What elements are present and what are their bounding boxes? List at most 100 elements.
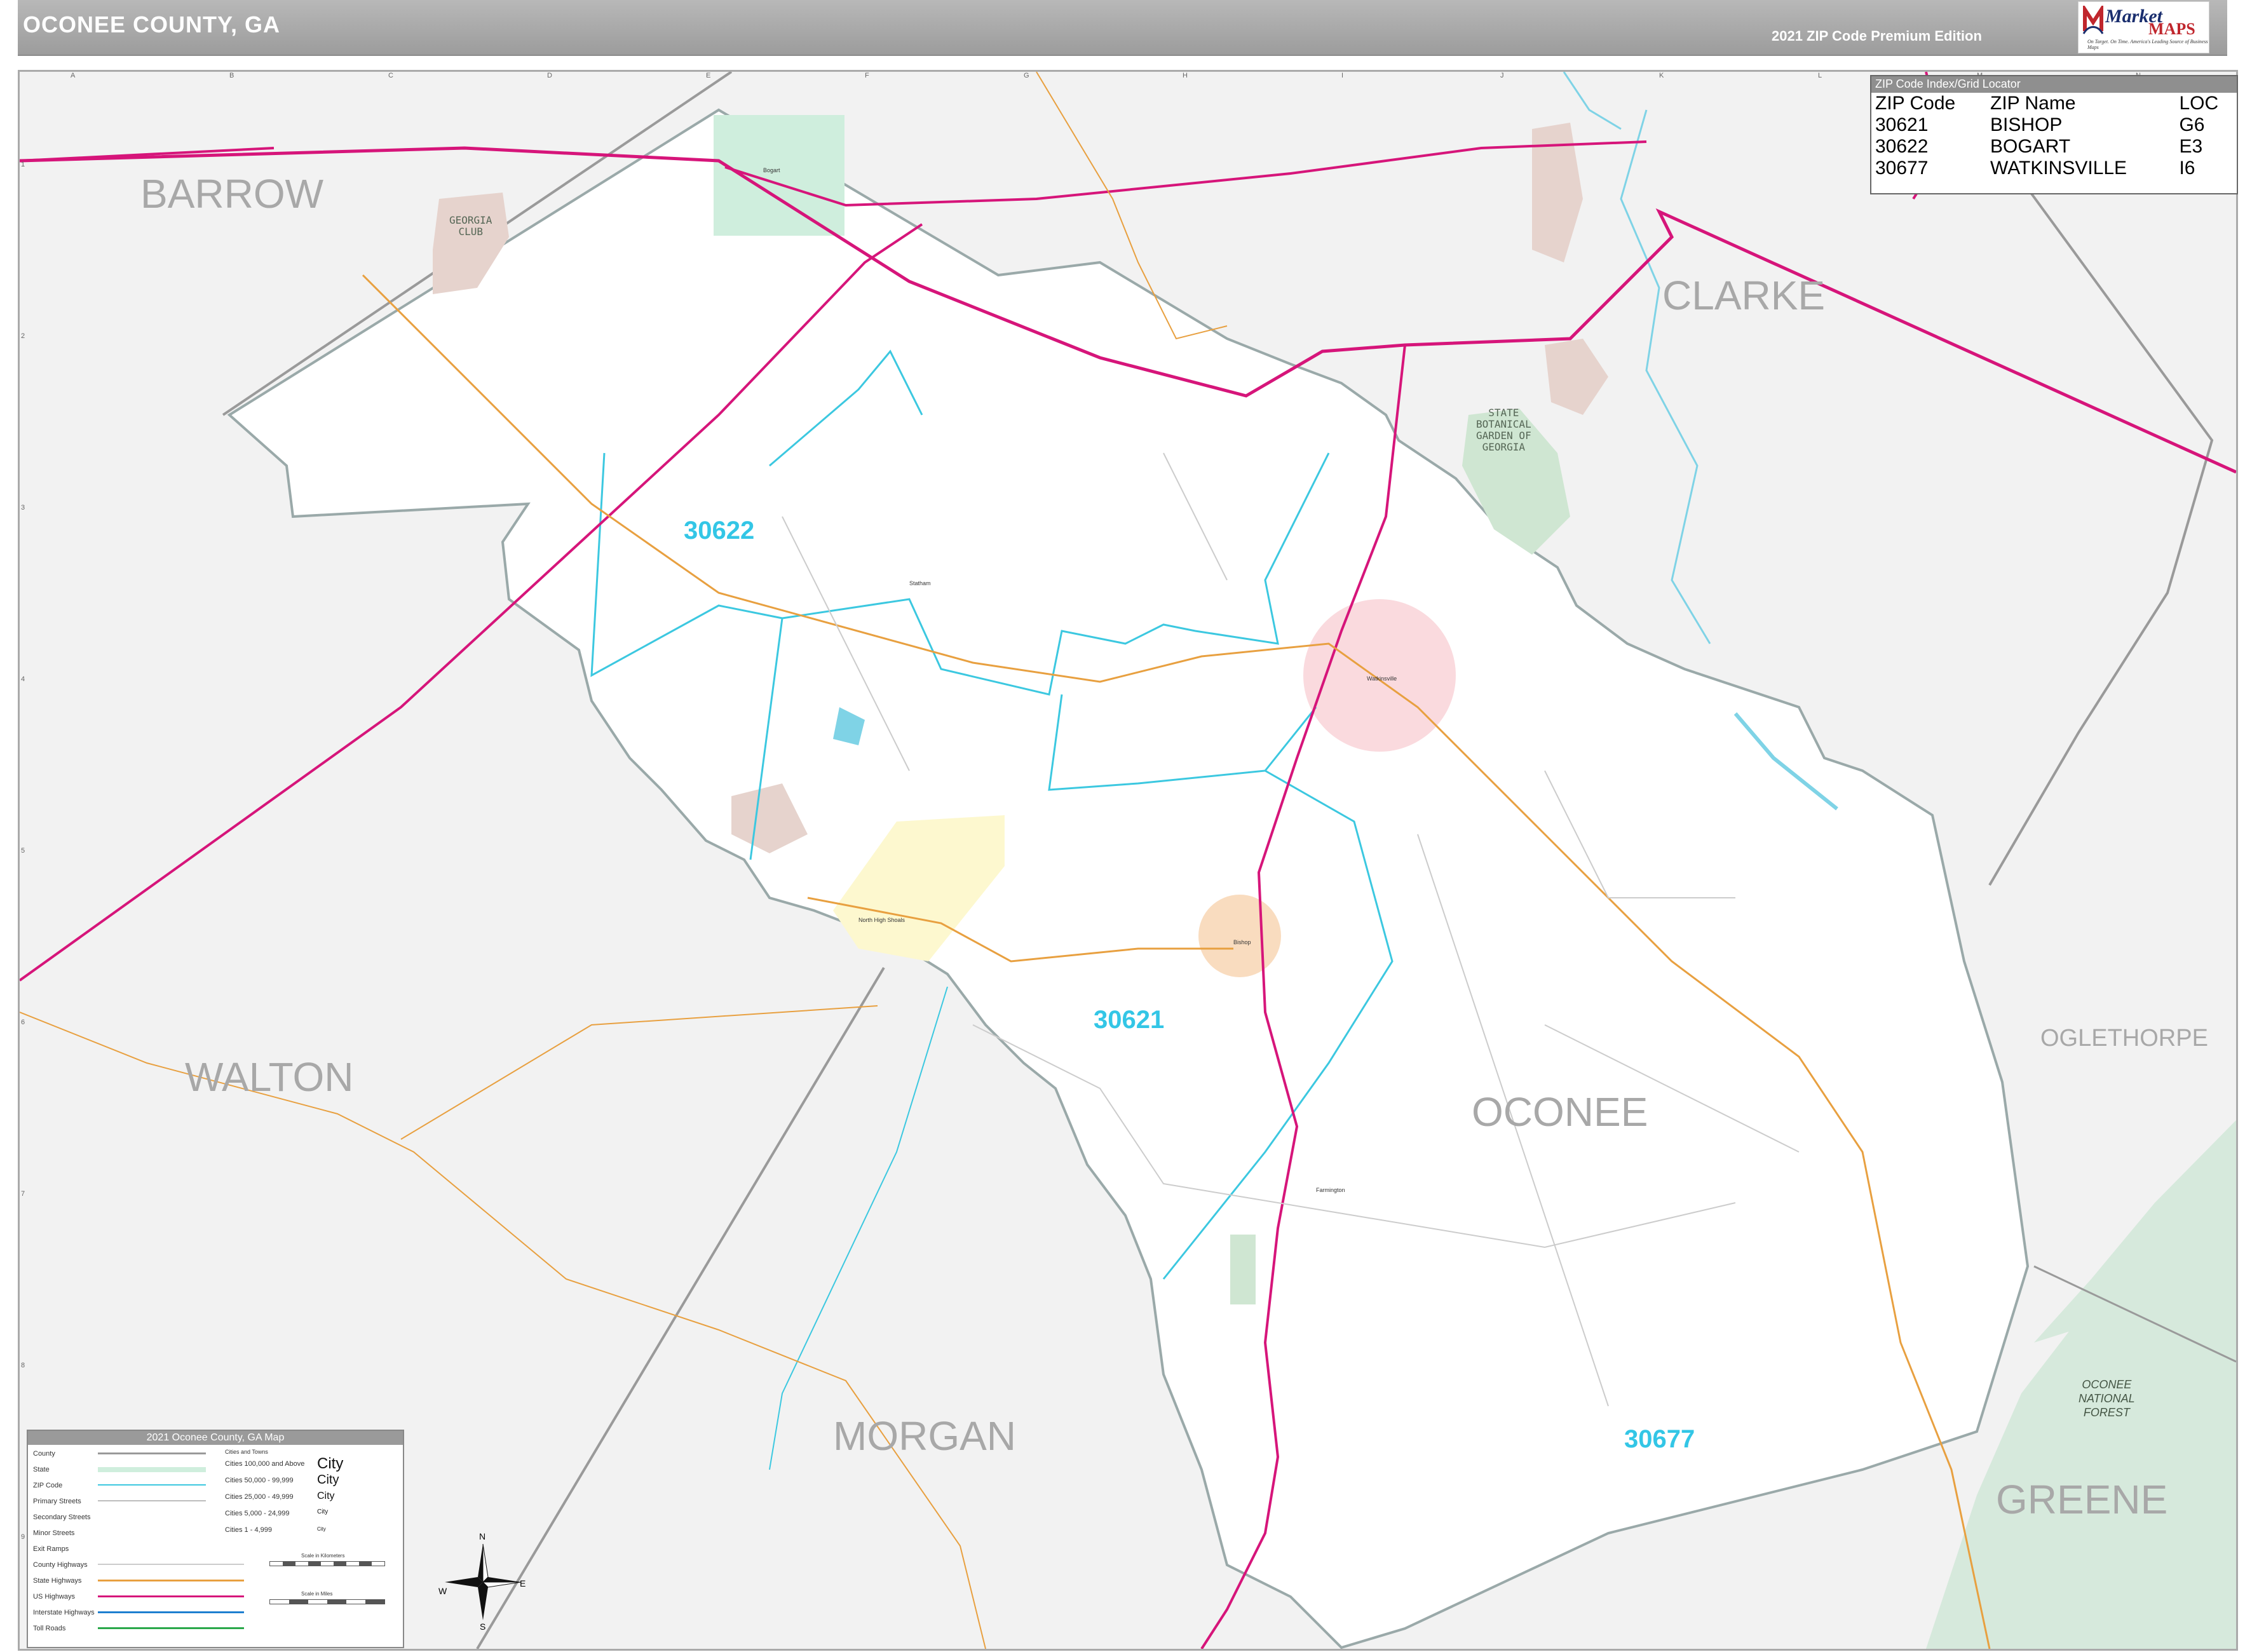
grid-num-2: 2 xyxy=(21,332,25,340)
grid-letter-k: K xyxy=(1659,72,1664,79)
legend-item: US Highways xyxy=(33,1593,76,1601)
place-north-high-shoals: North High Shoals xyxy=(858,917,905,923)
compass-e: E xyxy=(520,1578,526,1588)
zip-index-header-row: ZIP Code ZIP Name LOC xyxy=(1871,93,2237,114)
legend-item: Primary Streets xyxy=(33,1498,81,1505)
legend-item: Secondary Streets xyxy=(33,1513,91,1521)
table-row: 30622 BOGART E3 xyxy=(1871,136,2237,158)
name-cell: BOGART xyxy=(1990,136,2071,157)
county-label-morgan: MORGAN xyxy=(833,1413,1016,1459)
legend-city-sample: City xyxy=(317,1491,335,1501)
grid-letter-l: L xyxy=(1818,72,1822,79)
zip-label-30677: 30677 xyxy=(1624,1425,1695,1453)
legend-item: Interstate Highways xyxy=(33,1609,95,1616)
legend-scale-km-bar xyxy=(269,1561,385,1566)
legend-city-tier: Cities 1 - 4,999 xyxy=(225,1526,272,1534)
compass-w: W xyxy=(438,1586,447,1596)
grid-num-8: 8 xyxy=(21,1362,25,1369)
legend-toll-swatch xyxy=(98,1627,244,1629)
bishop-area xyxy=(1198,895,1281,977)
legend-county-swatch xyxy=(98,1452,206,1454)
map-area[interactable]: A B C D E F G H I J K L M N 1 2 3 4 5 6 … xyxy=(18,70,2238,1651)
legend-item: ZIP Code xyxy=(33,1482,63,1489)
grid-letter-h: H xyxy=(1183,72,1188,79)
place-bishop: Bishop xyxy=(1233,939,1251,945)
zip-col-header: ZIP Code xyxy=(1875,93,1956,114)
legend-state-hwy-swatch xyxy=(98,1580,244,1581)
grid-letter-g: G xyxy=(1024,72,1029,79)
legend-city-sample: City xyxy=(317,1473,339,1487)
legend-city-tier: Cities 5,000 - 24,999 xyxy=(225,1510,290,1517)
legend-scale-mi: Scale in Miles xyxy=(301,1591,333,1597)
compass-rose: N S W E xyxy=(438,1531,527,1633)
grid-letter-d: D xyxy=(547,72,552,79)
table-row: 30621 BISHOP G6 xyxy=(1871,114,2237,136)
grid-letter-i: I xyxy=(1341,72,1344,79)
legend-city-tier: Cities 100,000 and Above xyxy=(225,1460,305,1468)
loc-cell: G6 xyxy=(2179,114,2205,135)
county-line-clarke xyxy=(1988,179,2214,886)
zip-index-title: ZIP Code Index/Grid Locator xyxy=(1871,76,2237,93)
legend-item: State Highways xyxy=(33,1577,82,1585)
state-highway-walton2 xyxy=(400,1005,878,1140)
legend-city-sample: City xyxy=(317,1508,329,1515)
logo-brand2: MAPS xyxy=(2148,20,2195,38)
univ-georgia-golf xyxy=(1545,339,1608,415)
grid-letter-b: B xyxy=(229,72,234,79)
grid-letter-c: C xyxy=(388,72,393,79)
grid-num-7: 7 xyxy=(21,1190,25,1198)
legend-city-tier: Cities 50,000 - 99,999 xyxy=(225,1477,294,1484)
grid-num-9: 9 xyxy=(21,1533,25,1541)
market-maps-logo: Market MAPS On Target. On Time. America'… xyxy=(2078,1,2209,53)
map-canvas xyxy=(20,72,2236,1649)
grid-num-3: 3 xyxy=(21,504,25,511)
county-label-greene: GREENE xyxy=(1996,1477,2168,1522)
place-farmington: Farmington xyxy=(1316,1187,1345,1193)
legend-interstate-swatch xyxy=(98,1611,244,1613)
county-label-clarke: CLARKE xyxy=(1662,273,1826,318)
loc-cell: E3 xyxy=(2179,136,2203,157)
name-cell: WATKINSVILLE xyxy=(1990,158,2127,179)
river-clarke xyxy=(1620,109,1711,644)
place-georgia-club: GEORGIA CLUB xyxy=(449,214,492,238)
county-label-barrow: BARROW xyxy=(140,171,323,217)
legend-city-tier: Cities 25,000 - 49,999 xyxy=(225,1493,294,1501)
legend-scale-mi-bar xyxy=(269,1599,385,1604)
bogart-area-park xyxy=(714,115,844,236)
legend-title: 2021 Oconee County, GA Map xyxy=(28,1431,403,1445)
legend-item: State xyxy=(33,1466,50,1473)
zip-cell: 30677 xyxy=(1875,158,1929,179)
place-statham: Statham xyxy=(909,580,931,586)
legend-us-hwy-swatch xyxy=(98,1595,244,1597)
compass-icon xyxy=(445,1543,522,1620)
county-label-walton: WALTON xyxy=(185,1054,354,1100)
place-bogart: Bogart xyxy=(763,167,780,173)
grid-num-4: 4 xyxy=(21,675,25,683)
county-label-oconee: OCONEE xyxy=(1472,1089,1648,1135)
grid-letter-e: E xyxy=(706,72,711,79)
map-header: OCONEE COUNTY, GA 2021 ZIP Code Premium … xyxy=(18,0,2227,56)
legend-city-sample: City xyxy=(317,1455,344,1472)
zip-index-grid: ZIP Code ZIP Name LOC 30621 BISHOP G6 30… xyxy=(1871,93,2237,179)
zip-label-30621: 30621 xyxy=(1094,1006,1165,1034)
table-row: 30677 WATKINSVILLE I6 xyxy=(1871,158,2237,179)
zip-boundary-morgan xyxy=(769,986,948,1470)
loc-col-header: LOC xyxy=(2179,93,2219,114)
legend-item: Minor Streets xyxy=(33,1529,75,1537)
name-cell: BISHOP xyxy=(1990,114,2063,135)
map-title: OCONEE COUNTY, GA xyxy=(23,11,281,37)
zip-cell: 30622 xyxy=(1875,136,1929,157)
legend-city-sample: City xyxy=(317,1526,326,1532)
grid-num-1: 1 xyxy=(21,161,25,168)
loc-cell: I6 xyxy=(2179,158,2195,179)
name-col-header: ZIP Name xyxy=(1990,93,2076,114)
grid-num-5: 5 xyxy=(21,847,25,855)
grid-letter-a: A xyxy=(71,72,76,79)
logo-mark-icon xyxy=(2082,6,2104,34)
legend-county-hwy-swatch xyxy=(98,1564,244,1565)
legend-item: County Highways xyxy=(33,1561,88,1569)
map-legend: 2021 Oconee County, GA Map County State … xyxy=(27,1430,404,1648)
grid-letter-f: F xyxy=(865,72,869,79)
grid-letter-j: J xyxy=(1500,72,1504,79)
county-label-oglethorpe: OGLETHORPE xyxy=(2040,1025,2208,1052)
